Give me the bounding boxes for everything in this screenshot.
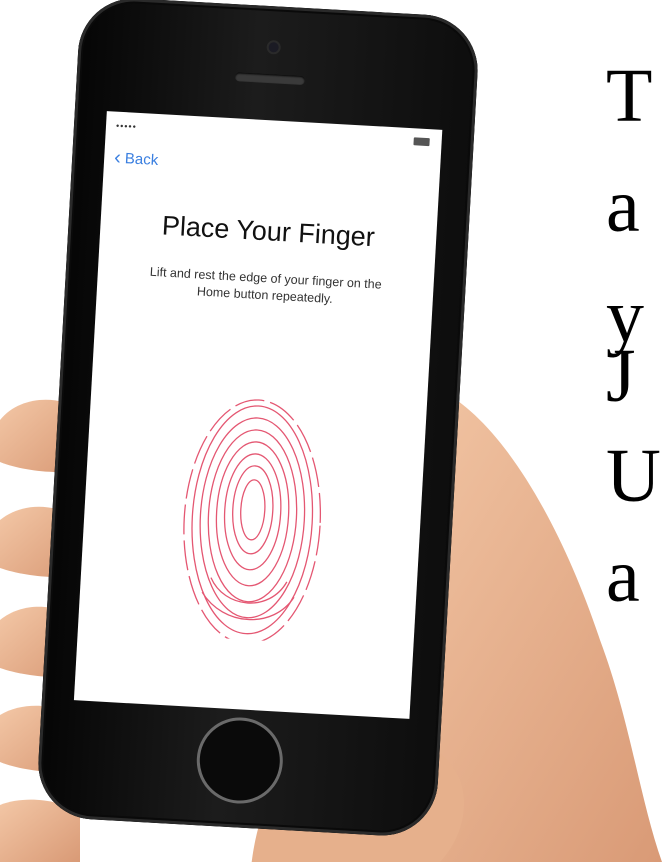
earpiece-speaker xyxy=(234,72,306,86)
iphone-device: ••••• ‹ Back Place Your Finger Lift and … xyxy=(35,0,481,839)
back-button[interactable]: ‹ Back xyxy=(113,146,159,170)
chevron-left-icon: ‹ xyxy=(113,146,122,169)
photo-scene: ••••• ‹ Back Place Your Finger Lift and … xyxy=(0,0,662,862)
fingerprint-icon xyxy=(183,399,322,645)
front-camera-icon xyxy=(268,42,279,53)
side-text-line: a xyxy=(606,164,640,248)
home-button[interactable] xyxy=(194,715,286,806)
side-text-line: J xyxy=(606,334,636,418)
battery-icon xyxy=(413,137,430,147)
phone-screen: ••••• ‹ Back Place Your Finger Lift and … xyxy=(73,111,443,719)
side-text-column: T a y J U a xyxy=(592,58,662,618)
page-title: Place Your Finger xyxy=(161,210,376,253)
side-text-line: U xyxy=(606,434,661,518)
side-text-line: T xyxy=(606,58,653,138)
back-label: Back xyxy=(124,149,159,169)
side-text-line: a xyxy=(606,534,640,618)
status-bar: ••••• xyxy=(106,111,443,152)
signal-icon: ••••• xyxy=(115,120,138,132)
instruction-text: Lift and rest the edge of your finger on… xyxy=(149,264,383,306)
